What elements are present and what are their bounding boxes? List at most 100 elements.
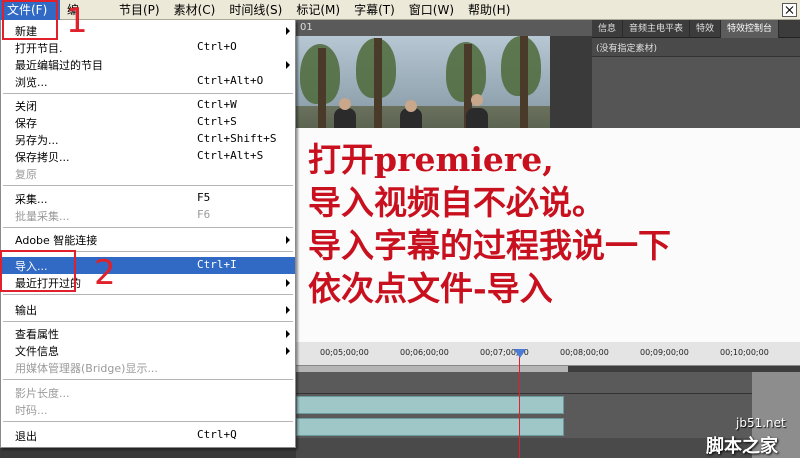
menu-item-label: 保存拷贝... bbox=[15, 151, 70, 164]
menu-item-shortcut: Ctrl+Q bbox=[197, 428, 237, 441]
annotation-box-step2 bbox=[0, 250, 76, 292]
submenu-arrow-icon bbox=[286, 306, 290, 314]
menu-item-shortcut: Ctrl+Alt+O bbox=[197, 74, 264, 87]
menu-item-timecode: 时码... bbox=[1, 401, 295, 418]
time-tick: 00;05;00;00 bbox=[320, 348, 369, 357]
menu-separator bbox=[3, 421, 293, 422]
monitor-tab[interactable]: 01 bbox=[296, 20, 592, 36]
panel-status: (没有指定素材) bbox=[596, 44, 658, 54]
menu-item-shortcut: Ctrl+S bbox=[197, 115, 237, 128]
menu-item-label: 最近编辑过的节目 bbox=[15, 59, 103, 72]
timeline-clip[interactable] bbox=[296, 396, 564, 414]
menu-project[interactable]: 节目(P) bbox=[112, 0, 167, 20]
menu-separator bbox=[3, 227, 293, 228]
menu-item-get-properties[interactable]: 查看属性 bbox=[1, 325, 295, 342]
menu-item-label: 关闭 bbox=[15, 100, 37, 113]
tab-effect-controls[interactable]: 特效控制台 bbox=[721, 20, 780, 38]
time-tick: 00;10;00;00 bbox=[720, 348, 769, 357]
menu-separator bbox=[3, 379, 293, 380]
menu-separator bbox=[3, 294, 293, 295]
menu-item-label: 采集... bbox=[15, 193, 48, 206]
menu-marker[interactable]: 标记(M) bbox=[289, 0, 347, 20]
menu-item-label: 时码... bbox=[15, 404, 48, 417]
menu-item-shortcut: Ctrl+Shift+S bbox=[197, 132, 277, 145]
menu-timeline[interactable]: 时间线(S) bbox=[222, 0, 289, 20]
menu-item-export[interactable]: 输出 bbox=[1, 301, 295, 318]
menu-item-label: 影片长度... bbox=[15, 387, 70, 400]
submenu-arrow-icon bbox=[286, 61, 290, 69]
file-menu-dropdown: 新建 打开节目. Ctrl+O 最近编辑过的节目 浏览... Ctrl+Alt+O … bbox=[0, 20, 296, 448]
submenu-arrow-icon bbox=[286, 27, 290, 35]
menu-item-save-copy[interactable]: 保存拷贝... Ctrl+Alt+S bbox=[1, 148, 295, 165]
menu-bar: 文件(F) 编 节目(P) 素材(C) 时间线(S) 标记(M) 字幕(T) 窗… bbox=[0, 0, 800, 20]
menu-item-shortcut: Ctrl+W bbox=[197, 98, 237, 111]
menu-item-save-as[interactable]: 另存为... Ctrl+Shift+S bbox=[1, 131, 295, 148]
tab-audio-master-meter[interactable]: 音频主电平表 bbox=[623, 20, 691, 38]
annotation-number-step2: 2 bbox=[94, 253, 116, 293]
menu-item-shortcut: Ctrl+O bbox=[197, 40, 237, 53]
watermark-url: jb51.net bbox=[736, 416, 786, 430]
menu-item-close[interactable]: 关闭 Ctrl+W bbox=[1, 97, 295, 114]
playhead-line[interactable] bbox=[519, 352, 520, 458]
menu-separator bbox=[3, 321, 293, 322]
submenu-arrow-icon bbox=[286, 279, 290, 287]
menu-separator bbox=[3, 93, 293, 94]
menu-item-recent-projects[interactable]: 最近编辑过的节目 bbox=[1, 56, 295, 73]
menu-clip[interactable]: 素材(C) bbox=[167, 0, 223, 20]
caption-line: 依次点文件-导入 bbox=[308, 269, 553, 308]
menu-item-shortcut: Ctrl+Alt+S bbox=[197, 149, 264, 162]
menu-item-label: 查看属性 bbox=[15, 328, 59, 341]
menu-item-label: 文件信息 bbox=[15, 345, 59, 358]
menu-item-save[interactable]: 保存 Ctrl+S bbox=[1, 114, 295, 131]
video-track[interactable] bbox=[296, 372, 800, 394]
playhead-handle-icon[interactable] bbox=[514, 349, 526, 358]
menu-item-duration: 影片长度... bbox=[1, 384, 295, 401]
menu-item-label: 复原 bbox=[15, 168, 37, 181]
submenu-arrow-icon bbox=[286, 347, 290, 355]
menu-item-label: 保存 bbox=[15, 117, 37, 130]
tutorial-caption: 打开premiere, 导入视频自不必说。 导入字幕的过程我说一下 依次点文件-… bbox=[296, 128, 800, 342]
panel-tabs: 信息 音频主电平表 特效 特效控制台 bbox=[592, 20, 800, 38]
menu-item-label: Adobe 智能连接 bbox=[15, 234, 98, 247]
caption-line: 导入字幕的过程我说一下 bbox=[308, 226, 671, 265]
menu-item-label: 打开节目. bbox=[15, 42, 63, 55]
caption-line: 打开premiere, bbox=[308, 140, 554, 179]
timeline-clip[interactable] bbox=[296, 418, 564, 436]
panel-body bbox=[592, 56, 800, 136]
menu-window[interactable]: 窗口(W) bbox=[402, 0, 461, 20]
menu-item-shortcut: F5 bbox=[197, 191, 211, 204]
menu-item-capture[interactable]: 采集... F5 bbox=[1, 190, 295, 207]
menu-title[interactable]: 字幕(T) bbox=[347, 0, 402, 20]
watermark-name: 脚本之家 bbox=[706, 436, 778, 457]
menu-item-batch-capture: 批量采集... F6 bbox=[1, 207, 295, 224]
menu-item-revert: 复原 bbox=[1, 165, 295, 182]
menu-item-exit[interactable]: 退出 Ctrl+Q bbox=[1, 427, 295, 444]
caption-line: 导入视频自不必说。 bbox=[308, 183, 605, 222]
menu-item-label: 输出 bbox=[15, 304, 37, 317]
time-tick: 00;09;00;00 bbox=[640, 348, 689, 357]
menu-item-label: 浏览... bbox=[15, 76, 48, 89]
submenu-arrow-icon bbox=[286, 330, 290, 338]
time-ruler[interactable]: 00;05;00;00 00;06;00;00 00;07;00;00 00;0… bbox=[296, 342, 800, 366]
menu-item-adobe-dynamic-link[interactable]: Adobe 智能连接 bbox=[1, 231, 295, 248]
tab-effects[interactable]: 特效 bbox=[690, 20, 722, 38]
menu-item-label: 用媒体管理器(Bridge)显示... bbox=[15, 362, 158, 375]
menu-item-label: 退出 bbox=[15, 430, 37, 443]
menu-item-label: 另存为... bbox=[15, 134, 59, 147]
monitor-tab-label: 01 bbox=[300, 22, 313, 33]
submenu-arrow-icon bbox=[286, 236, 290, 244]
time-tick: 00;06;00;00 bbox=[400, 348, 449, 357]
tab-info[interactable]: 信息 bbox=[592, 20, 624, 38]
menu-help[interactable]: 帮助(H) bbox=[461, 0, 517, 20]
menu-item-shortcut: Ctrl+I bbox=[197, 258, 237, 271]
time-tick: 00;08;00;00 bbox=[560, 348, 609, 357]
menu-item-shortcut: F6 bbox=[197, 208, 211, 221]
menu-item-open-project[interactable]: 打开节目. Ctrl+O bbox=[1, 39, 295, 56]
menu-item-browse[interactable]: 浏览... Ctrl+Alt+O bbox=[1, 73, 295, 90]
close-icon[interactable] bbox=[782, 3, 797, 17]
annotation-number-step1: 1 bbox=[66, 1, 88, 41]
menu-separator bbox=[3, 185, 293, 186]
menu-item-label: 批量采集... bbox=[15, 210, 70, 223]
menu-item-file-info[interactable]: 文件信息 bbox=[1, 342, 295, 359]
annotation-box-step1 bbox=[2, 0, 58, 40]
